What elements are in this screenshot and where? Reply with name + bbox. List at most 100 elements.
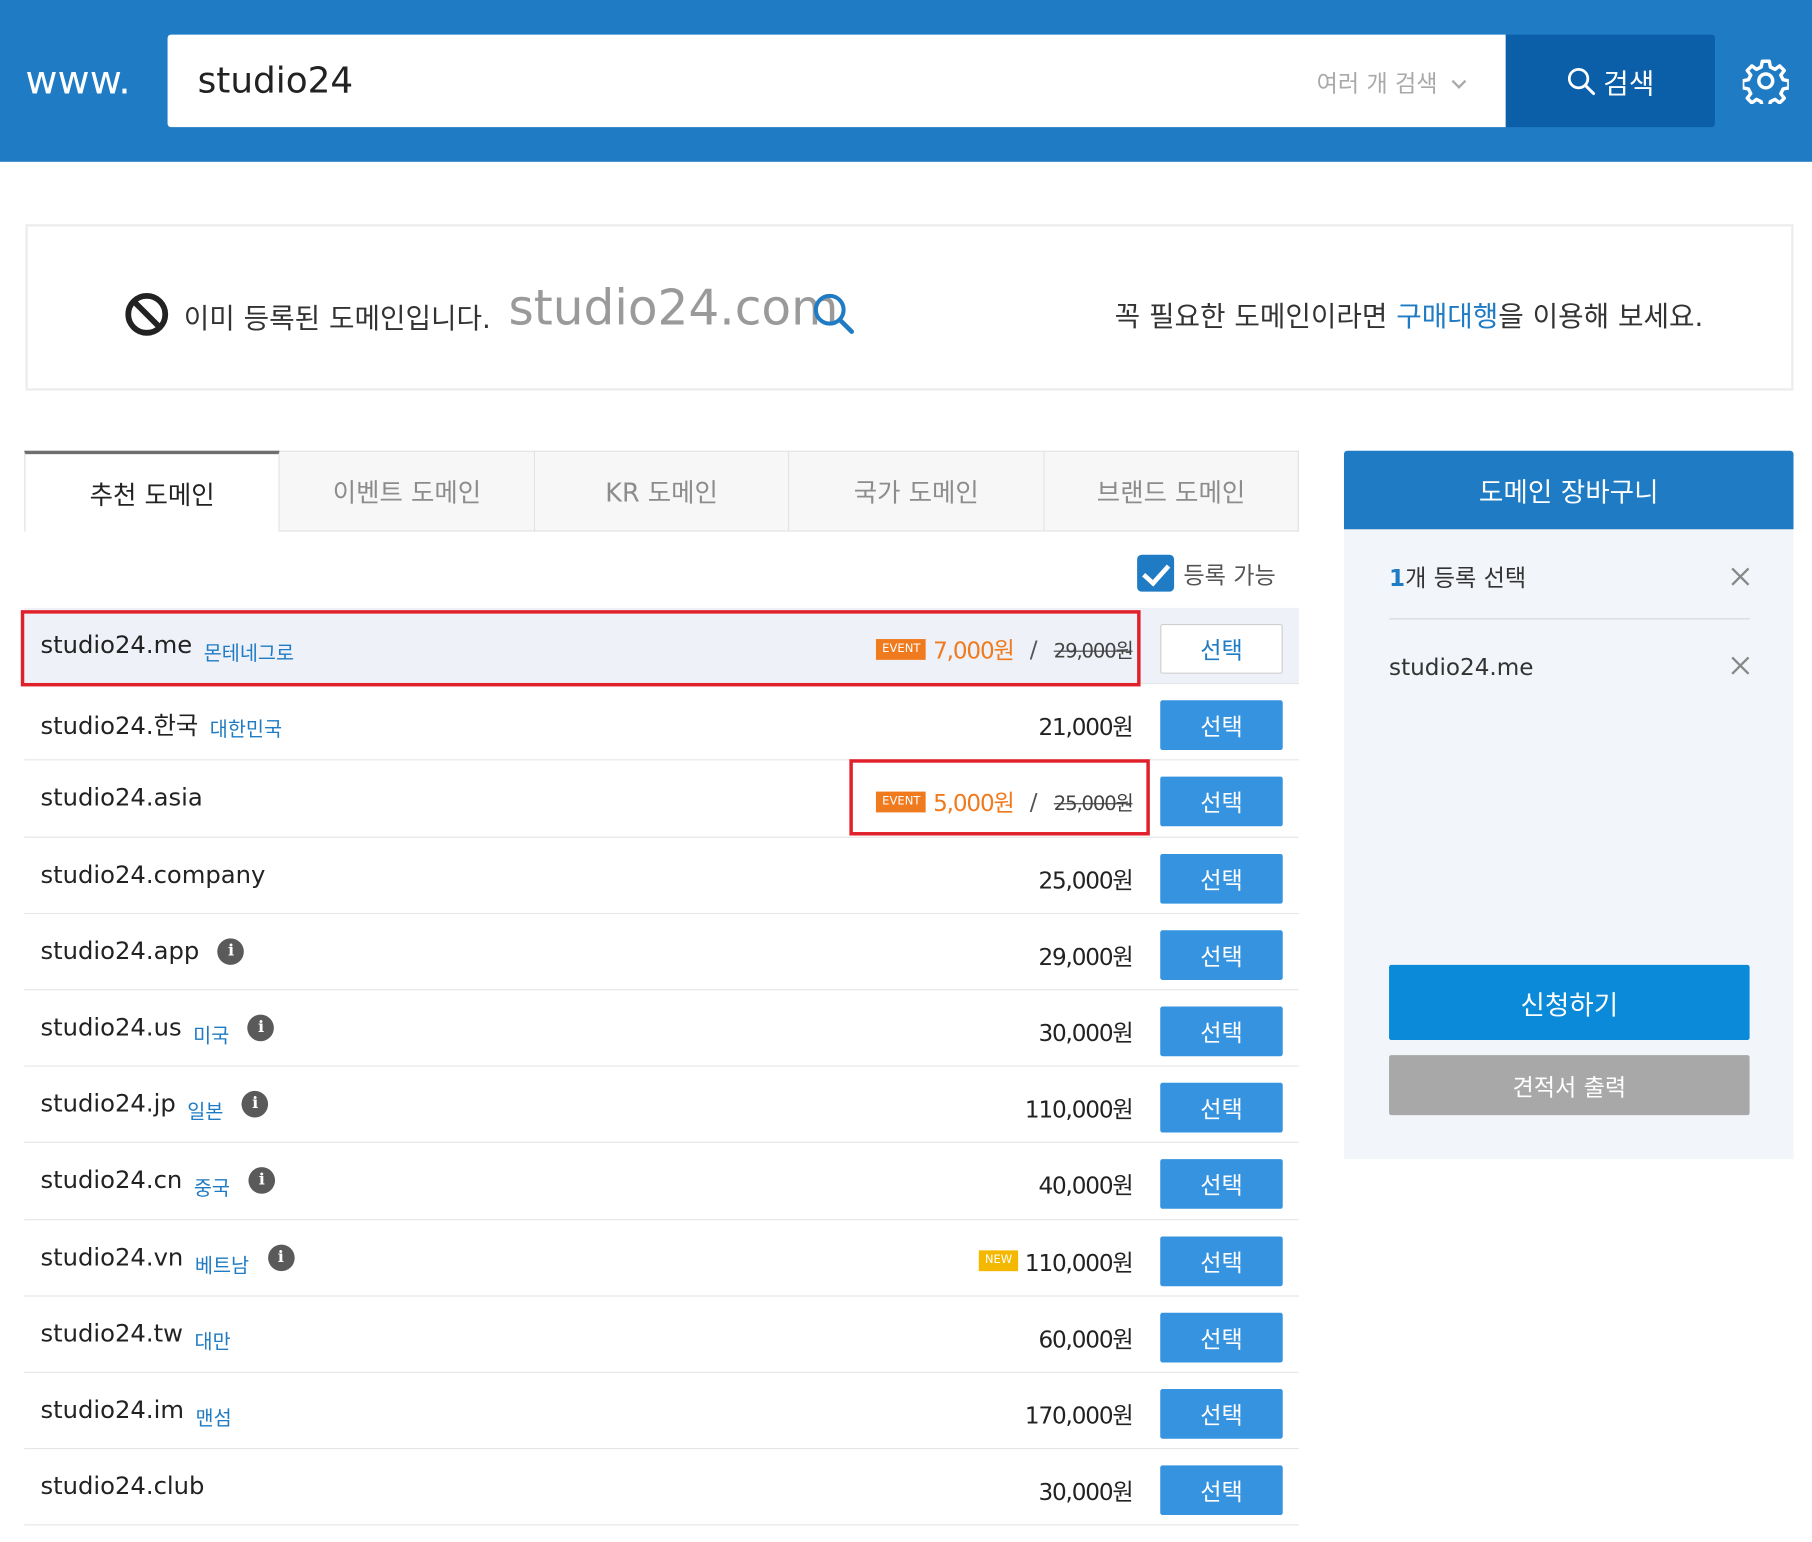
chevron-down-icon (1451, 74, 1467, 89)
info-icon[interactable]: i (241, 1091, 269, 1118)
cart-divider (1389, 618, 1750, 620)
search-button-label: 검색 (1603, 67, 1655, 100)
domain-price: 40,000원 (1038, 1172, 1133, 1200)
select-button[interactable]: 선택 (1160, 700, 1283, 751)
tab-country[interactable]: 국가 도메인 (789, 450, 1045, 532)
cart-count-text: 개 등록 선택 (1405, 563, 1527, 592)
multi-search-label: 여러 개 검색 (1316, 69, 1438, 98)
select-button[interactable]: 선택 (1160, 777, 1283, 827)
domain-country: 베트남 (194, 1254, 250, 1278)
domain-name: studio24.jp (40, 1089, 176, 1118)
domain-row: studio24.tw 대만 60,000원 선택 (24, 1296, 1299, 1373)
domain-name: studio24.asia (40, 783, 203, 812)
domain-price: 110,000원 (1024, 1095, 1134, 1124)
tab-recommended[interactable]: 추천 도메인 (24, 450, 281, 532)
domain-price: 110,000원 (1024, 1248, 1134, 1277)
tab-kr[interactable]: KR 도메인 (534, 450, 790, 532)
price-group: 30,000원 (1038, 1473, 1133, 1507)
info-icon[interactable]: i (248, 1167, 276, 1195)
available-label: 등록 가능 (1183, 561, 1276, 589)
select-button[interactable]: 선택 (1160, 929, 1283, 980)
tab-brand[interactable]: 브랜드 도메인 (1044, 450, 1299, 532)
domain-price: 60,000원 (1038, 1325, 1133, 1353)
domain-row: studio24.company 25,000원 선택 (24, 837, 1299, 914)
domain-price: 25,000원 (1038, 866, 1133, 894)
domain-country: 일본 (187, 1101, 224, 1125)
available-checkbox[interactable] (1137, 554, 1175, 592)
search-icon[interactable] (811, 291, 855, 335)
suggestion-suffix: 을 이용해 보세요. (1498, 300, 1704, 333)
select-button[interactable]: 선택 (1160, 853, 1283, 904)
domain-name: studio24.us (40, 1013, 182, 1042)
clear-cart-icon[interactable] (1731, 567, 1749, 585)
select-button[interactable]: 선택 (1160, 624, 1283, 674)
domain-name: studio24.im (40, 1395, 184, 1424)
suggestion-prefix: 꼭 필요한 도메인이라면 (1114, 300, 1397, 333)
available-filter[interactable]: 등록 가능 (1137, 554, 1276, 592)
search-icon (1568, 67, 1596, 96)
domain-row: studio24.cn 중국 i 40,000원 선택 (24, 1143, 1299, 1220)
apply-button[interactable]: 신청하기 (1389, 964, 1750, 1041)
search-box: 여러 개 검색 (167, 34, 1506, 128)
domain-search-input[interactable] (167, 34, 1208, 128)
info-icon[interactable]: i (217, 938, 245, 965)
multi-search-dropdown[interactable]: 여러 개 검색 (1316, 65, 1467, 99)
domain-country: 맨섬 (195, 1407, 232, 1431)
select-button[interactable]: 선택 (1160, 1388, 1283, 1439)
highlight-box-asia-price (849, 759, 1150, 836)
domain-name: studio24.app (40, 936, 200, 965)
price-group: 60,000원 (1038, 1321, 1133, 1355)
broker-suggestion: 꼭 필요한 도메인이라면 구매대행을 이용해 보세요. (1115, 294, 1704, 334)
domain-row: studio24.club 30,000원 선택 (24, 1449, 1299, 1526)
cart-count-number: 1 (1389, 563, 1406, 592)
domain-price: 30,000원 (1038, 1019, 1133, 1047)
domain-price: 29,000원 (1038, 942, 1133, 971)
domain-country: 중국 (193, 1177, 231, 1202)
tab-event[interactable]: 이벤트 도메인 (280, 450, 535, 532)
domain-country: 대만 (194, 1330, 231, 1355)
domain-row: studio24.us 미국 i 30,000원 선택 (24, 990, 1299, 1067)
search-button[interactable]: 검색 (1505, 34, 1715, 128)
select-button[interactable]: 선택 (1160, 1312, 1283, 1363)
domain-name: studio24.cn (40, 1166, 183, 1195)
domain-row: studio24.app i 29,000원 선택 (24, 914, 1299, 991)
price-group: 29,000원 (1038, 938, 1133, 972)
select-button[interactable]: 선택 (1160, 1235, 1283, 1286)
domain-country: 미국 (193, 1024, 230, 1049)
domain-row: studio24.vn 베트남 i NEW 110,000원 선택 (24, 1220, 1299, 1297)
domain-name: studio24.vn (40, 1242, 184, 1271)
select-button[interactable]: 선택 (1160, 1006, 1283, 1057)
price-group: 110,000원 (1024, 1091, 1134, 1125)
registered-domain: studio24.com (508, 279, 839, 337)
price-group: 25,000원 (1038, 862, 1133, 896)
domain-price: 30,000원 (1038, 1478, 1133, 1506)
domain-name: studio24.club (40, 1472, 205, 1501)
price-group: NEW 110,000원 (979, 1244, 1134, 1278)
domain-country: 대한민국 (209, 719, 283, 743)
remove-item-icon[interactable] (1731, 656, 1749, 674)
print-quote-button[interactable]: 견적서 출력 (1389, 1055, 1750, 1116)
domain-price: 21,000원 (1038, 713, 1133, 741)
top-search-bar: www. 여러 개 검색 검색 (0, 0, 1812, 162)
price-group: 40,000원 (1038, 1168, 1133, 1202)
info-icon[interactable]: i (247, 1014, 275, 1042)
prohibited-icon (125, 292, 169, 336)
select-button[interactable]: 선택 (1160, 1465, 1283, 1516)
new-badge: NEW (979, 1250, 1018, 1272)
cart-title: 도메인 장바구니 (1343, 450, 1794, 530)
domain-price: 170,000원 (1024, 1401, 1134, 1430)
cart-count: 1개 등록 선택 (1389, 559, 1526, 593)
price-group: 30,000원 (1038, 1015, 1133, 1049)
select-button[interactable]: 선택 (1160, 1082, 1283, 1133)
domain-name: studio24.company (40, 860, 266, 889)
cart-item: studio24.me (1389, 652, 1534, 681)
select-button[interactable]: 선택 (1160, 1159, 1283, 1210)
gear-icon[interactable] (1742, 58, 1789, 105)
domain-cart: 도메인 장바구니 1개 등록 선택 studio24.me 신청하기 견적서 출… (1343, 450, 1794, 1160)
info-icon[interactable]: i (267, 1244, 295, 1271)
registration-notice: 이미 등록된 도메인입니다. studio24.com 꼭 필요한 도메인이라면… (25, 224, 1794, 391)
highlight-box-me-row (20, 610, 1141, 687)
price-group: 170,000원 (1024, 1397, 1134, 1431)
purchase-agency-link[interactable]: 구매대행 (1396, 300, 1498, 332)
notice-status-text: 이미 등록된 도메인입니다. (183, 302, 491, 336)
